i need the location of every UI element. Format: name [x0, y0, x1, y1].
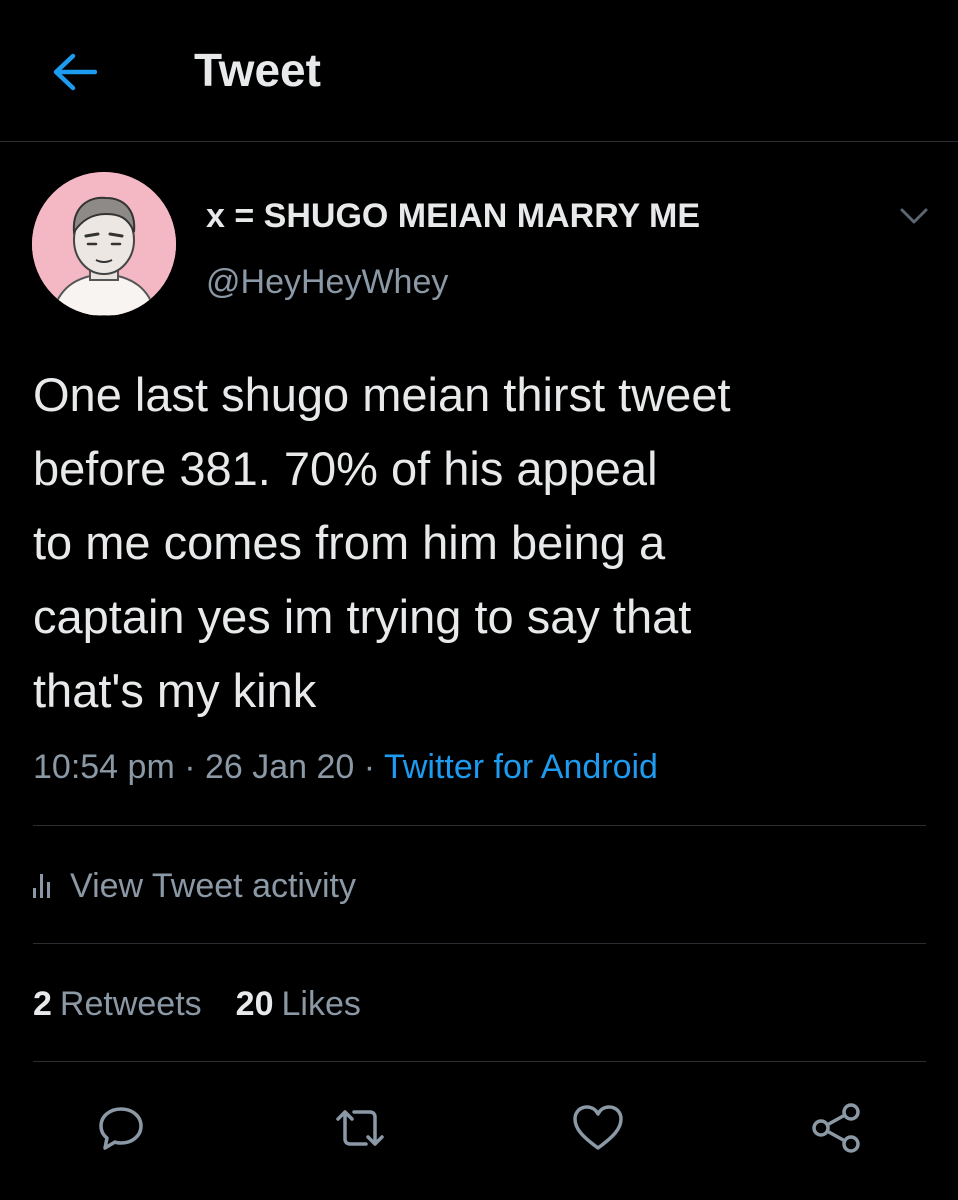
page-title: Tweet	[194, 44, 321, 96]
avatar[interactable]	[32, 172, 176, 316]
retweet-button[interactable]	[330, 1098, 390, 1158]
likes-count: 20	[235, 985, 274, 1023]
speech-bubble-icon	[99, 1107, 143, 1150]
retweet-arrows-icon	[336, 1110, 384, 1146]
tweet-time: 10:54 pm	[33, 748, 175, 786]
tweet-text: One last shugo meian thirst tweet before…	[33, 368, 731, 717]
tweet-metadata: 10:54 pm · 26 Jan 20 · Twitter for Andro…	[33, 745, 658, 789]
divider	[33, 825, 926, 826]
meta-separator: ·	[174, 748, 205, 786]
back-button[interactable]	[44, 44, 104, 100]
likes-label: Likes	[281, 985, 361, 1023]
heart-icon	[573, 1105, 623, 1150]
display-name[interactable]: x = SHUGO MEIAN MARRY ME	[206, 196, 700, 236]
tweet-source-link[interactable]: Twitter for Android	[384, 748, 658, 786]
retweets-stat[interactable]: 2 Retweets	[33, 980, 202, 1028]
divider	[33, 943, 926, 944]
top-bar: Tweet	[0, 0, 958, 142]
share-nodes-icon	[812, 1103, 860, 1153]
divider	[33, 1061, 926, 1062]
view-tweet-activity-button[interactable]: View Tweet activity	[33, 862, 356, 910]
share-button[interactable]	[806, 1098, 866, 1158]
arrow-left-icon	[53, 53, 97, 91]
likes-stat[interactable]: 20 Likes	[236, 980, 361, 1028]
user-handle[interactable]: @HeyHeyWhey	[206, 262, 448, 302]
activity-label: View Tweet activity	[70, 866, 356, 905]
tweet-date: 26 Jan 20	[204, 748, 355, 786]
chevron-down-icon	[900, 208, 928, 224]
retweets-count: 2	[33, 985, 52, 1023]
meta-separator: ·	[354, 748, 384, 786]
engagement-stats: 2 Retweets 20 Likes	[33, 980, 361, 1028]
tweet-options-button[interactable]	[890, 198, 938, 234]
avatar-illustration	[32, 172, 176, 316]
retweets-label: Retweets	[59, 985, 202, 1023]
reply-button[interactable]	[91, 1098, 151, 1158]
like-button[interactable]	[568, 1098, 628, 1158]
analytics-icon	[33, 874, 50, 898]
